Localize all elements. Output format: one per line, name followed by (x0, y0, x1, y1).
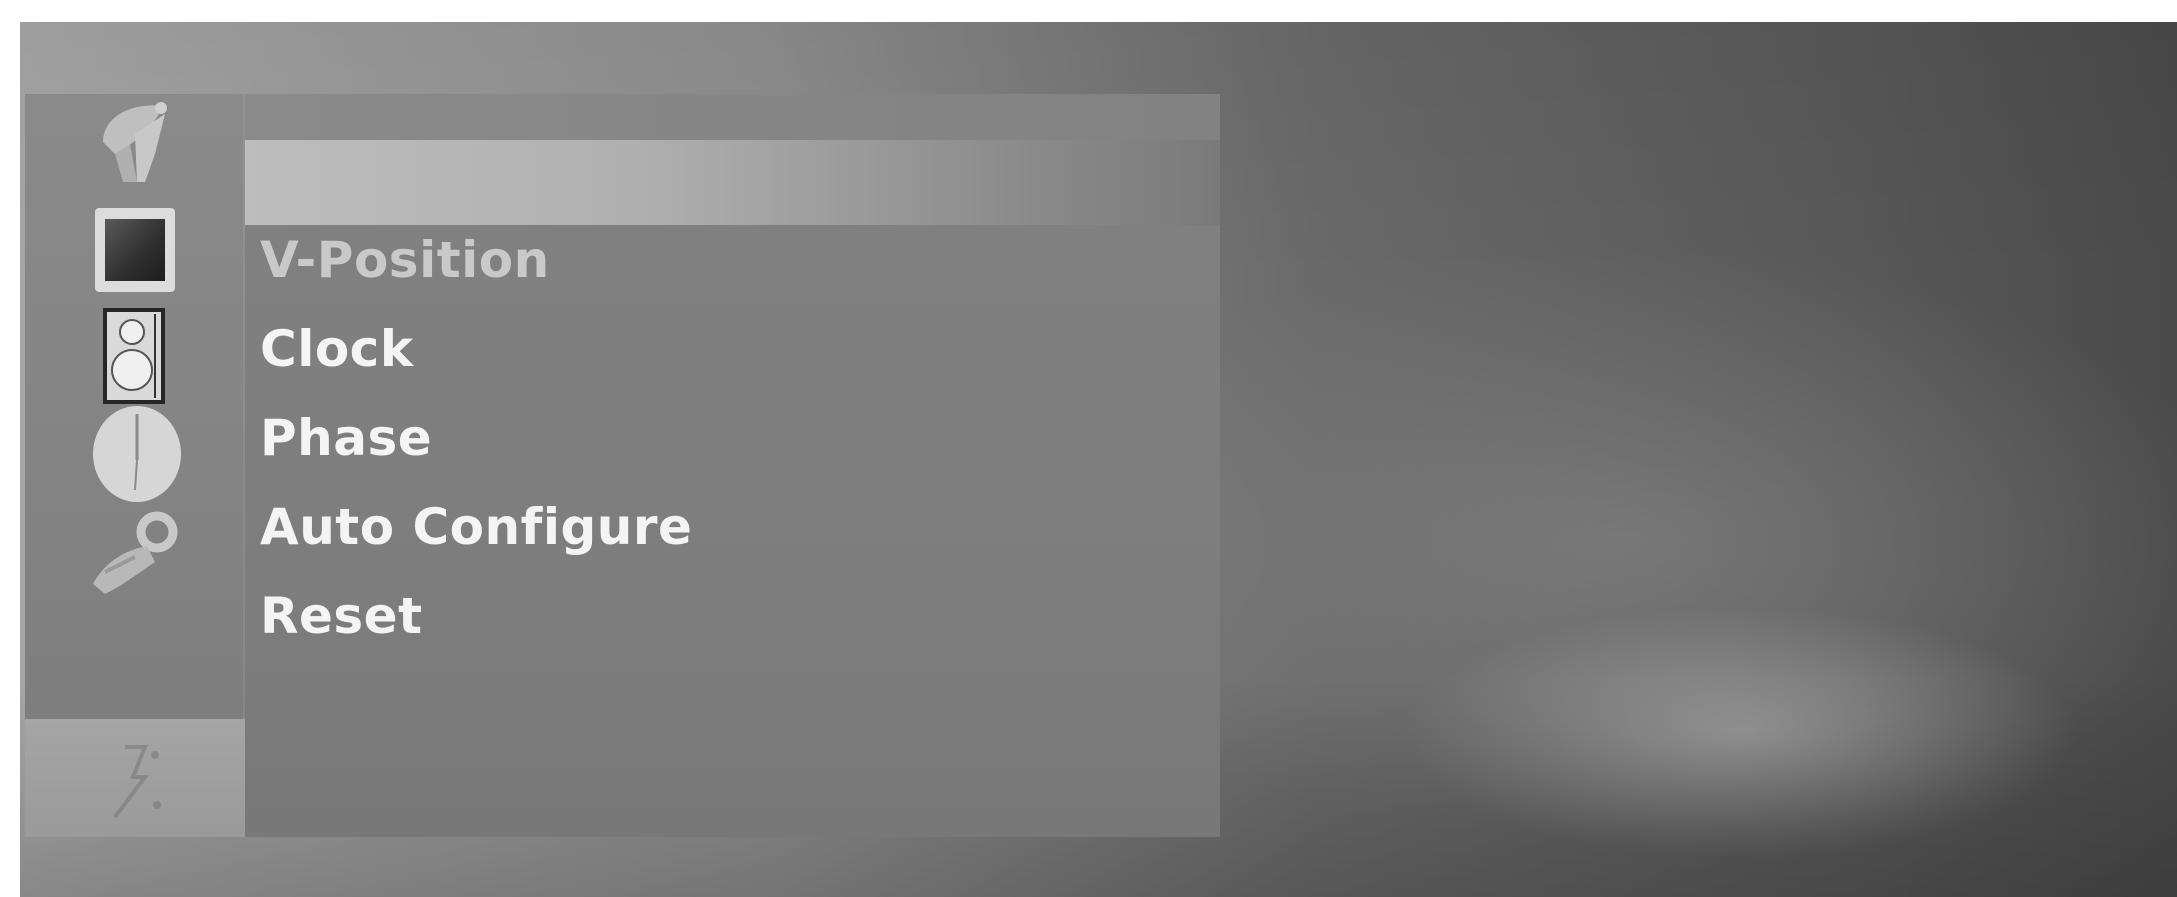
special-key-icon[interactable] (85, 502, 185, 602)
osd-menu: V-Position Clock Phase Auto Configure Re… (25, 94, 1220, 859)
menu-item-v-position[interactable]: V-Position (260, 230, 550, 290)
menu-item-reset[interactable]: Reset (260, 586, 423, 646)
time-clock-icon[interactable] (85, 402, 185, 502)
menu-item-auto-configure[interactable]: Auto Configure (260, 497, 692, 557)
screen-adjust-icon[interactable] (85, 727, 185, 827)
tv-screen: V-Position Clock Phase Auto Configure Re… (20, 22, 2177, 897)
menu-item-phase[interactable]: Phase (260, 408, 432, 468)
audio-speaker-icon[interactable] (85, 304, 185, 404)
menu-item-clock[interactable]: Clock (260, 319, 414, 379)
picture-icon[interactable] (85, 202, 185, 302)
menu-icon-rail (25, 94, 245, 719)
menu-title-bar (245, 94, 1220, 140)
menu-list: V-Position Clock Phase Auto Configure Re… (245, 225, 1220, 837)
satellite-dish-icon[interactable] (85, 94, 185, 194)
selected-item-bar[interactable] (245, 140, 1220, 225)
menu-icon-rail-active (25, 719, 245, 837)
